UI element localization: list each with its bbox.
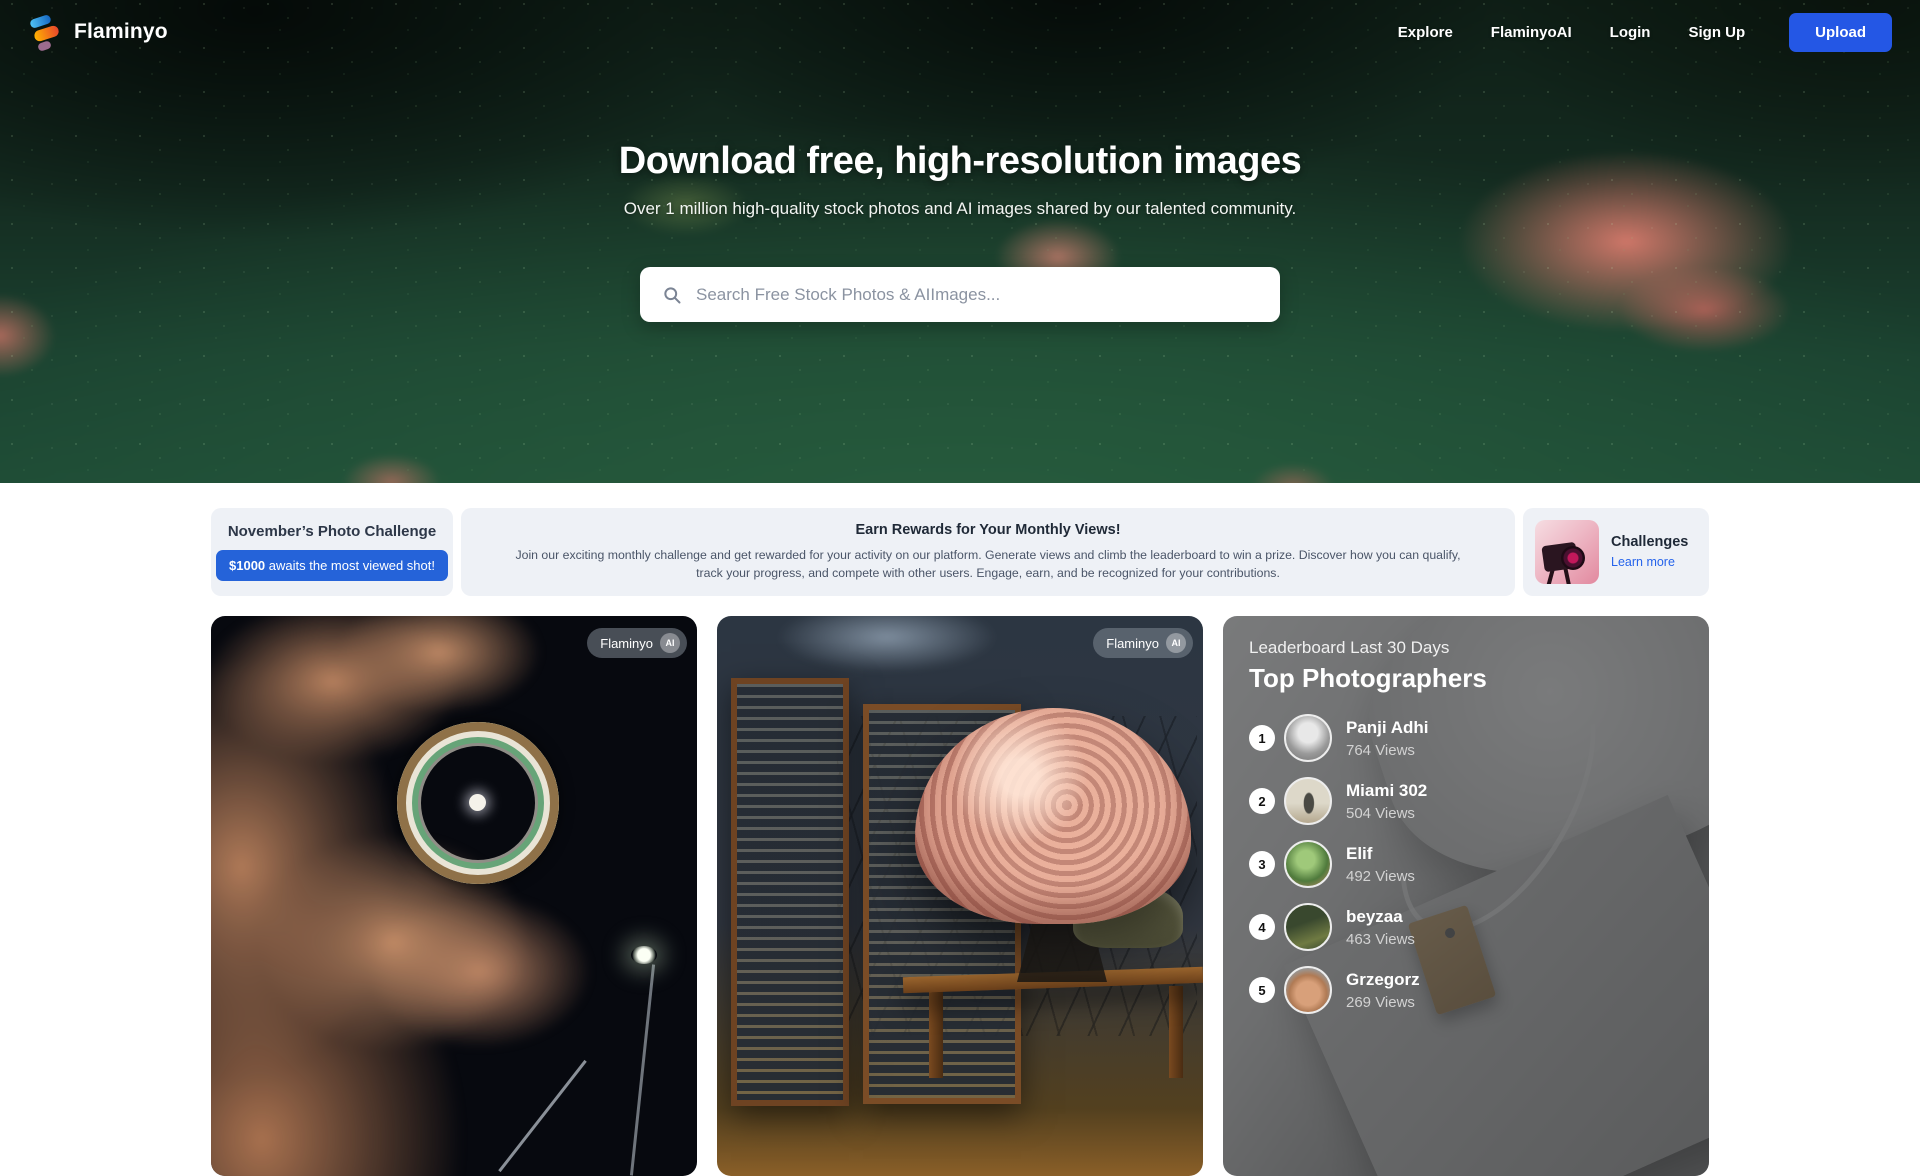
photographer-name: Miami 302: [1346, 781, 1427, 801]
page-title: Download free, high-resolution images: [619, 140, 1301, 183]
search-input[interactable]: [696, 285, 1258, 305]
photo-card-moon-through-tape[interactable]: Flaminyo AI: [211, 616, 697, 1176]
view-count: 504 Views: [1346, 805, 1427, 822]
learn-more-link[interactable]: Learn more: [1611, 555, 1675, 569]
photographer-name: Grzegorz: [1346, 970, 1420, 990]
prize-amount: $1000: [229, 558, 265, 573]
photo-cabinet: [731, 678, 849, 1106]
photo-streetlight: [631, 946, 657, 964]
view-count: 764 Views: [1346, 742, 1429, 759]
challenges-banner[interactable]: Challenges Learn more: [1523, 508, 1709, 596]
top-navigation: Flaminyo Explore FlaminyoAI Login Sign U…: [0, 0, 1920, 64]
nav-signup[interactable]: Sign Up: [1688, 24, 1745, 41]
rank-badge: 3: [1249, 851, 1275, 877]
search-bar[interactable]: [640, 267, 1280, 322]
rank-badge: 4: [1249, 914, 1275, 940]
ai-generated-badge[interactable]: Flaminyo AI: [1093, 628, 1193, 658]
rewards-banner: Earn Rewards for Your Monthly Views! Joi…: [461, 508, 1515, 596]
challenges-title: Challenges: [1611, 534, 1688, 550]
rank-badge: 5: [1249, 977, 1275, 1003]
hero-section: Download free, high-resolution images Ov…: [0, 0, 1920, 483]
page-subtitle: Over 1 million high-quality stock photos…: [624, 199, 1296, 219]
camera-icon: [1535, 520, 1599, 584]
ai-icon: AI: [660, 633, 680, 653]
photographer-name: Elif: [1346, 844, 1415, 864]
rank-badge: 1: [1249, 725, 1275, 751]
view-count: 269 Views: [1346, 994, 1420, 1011]
leaderboard-row[interactable]: 4 beyzaa 463 Views: [1249, 903, 1683, 951]
photographer-name: beyzaa: [1346, 907, 1415, 927]
brand-name: Flaminyo: [74, 20, 168, 44]
leaderboard-title: Top Photographers: [1249, 663, 1683, 694]
leaderboard-panel: Leaderboard Last 30 Days Top Photographe…: [1223, 616, 1709, 1176]
upload-button[interactable]: Upload: [1789, 13, 1892, 52]
rewards-description: Join our exciting monthly challenge and …: [501, 546, 1475, 583]
leaderboard-subtitle: Leaderboard Last 30 Days: [1249, 638, 1683, 658]
challenge-title: November’s Photo Challenge: [228, 523, 436, 540]
avatar: [1284, 777, 1332, 825]
nav-flaminyoai[interactable]: FlaminyoAI: [1491, 24, 1572, 41]
flaminyo-logo-icon: [28, 12, 62, 52]
prize-text: awaits the most viewed shot!: [265, 558, 435, 573]
view-count: 463 Views: [1346, 931, 1415, 948]
nav-explore[interactable]: Explore: [1398, 24, 1453, 41]
avatar: [1284, 714, 1332, 762]
gallery-row: Flaminyo AI Flaminyo AI Leaderboard Last…: [211, 616, 1709, 1176]
banner-row: November’s Photo Challenge $1000 awaits …: [211, 508, 1709, 596]
avatar: [1284, 840, 1332, 888]
photographer-name: Panji Adhi: [1346, 718, 1429, 738]
photo-hand: [211, 616, 697, 1176]
leaderboard-row[interactable]: 1 Panji Adhi 764 Views: [1249, 714, 1683, 762]
avatar: [1284, 966, 1332, 1014]
leaderboard-row[interactable]: 2 Miami 302 504 Views: [1249, 777, 1683, 825]
photo-challenge-banner: November’s Photo Challenge $1000 awaits …: [211, 508, 453, 596]
ai-icon: AI: [1166, 633, 1186, 653]
ai-generated-badge[interactable]: Flaminyo AI: [587, 628, 687, 658]
photo-card-giant-brain[interactable]: Flaminyo AI: [717, 616, 1203, 1176]
challenge-prize-button[interactable]: $1000 awaits the most viewed shot!: [216, 550, 448, 581]
avatar: [1284, 903, 1332, 951]
rewards-title: Earn Rewards for Your Monthly Views!: [855, 522, 1120, 538]
leaderboard-row[interactable]: 3 Elif 492 Views: [1249, 840, 1683, 888]
badge-label: Flaminyo: [1106, 636, 1159, 651]
brand[interactable]: Flaminyo: [28, 12, 168, 52]
photo-moon: [469, 794, 486, 811]
view-count: 492 Views: [1346, 868, 1415, 885]
badge-label: Flaminyo: [600, 636, 653, 651]
leaderboard-row[interactable]: 5 Grzegorz 269 Views: [1249, 966, 1683, 1014]
search-icon: [662, 285, 682, 305]
nav-login[interactable]: Login: [1610, 24, 1651, 41]
rank-badge: 2: [1249, 788, 1275, 814]
